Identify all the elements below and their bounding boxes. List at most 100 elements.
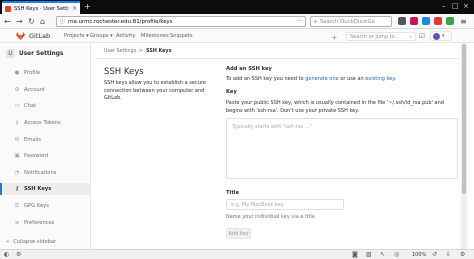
user-settings-icon: U xyxy=(6,49,15,58)
reload-icon[interactable]: ↻ xyxy=(28,17,35,26)
generate-key-link[interactable]: generate one xyxy=(305,76,339,82)
divider xyxy=(97,58,459,59)
image-icon[interactable]: ▧ xyxy=(366,251,372,258)
chevron-down-icon: ▾ xyxy=(442,33,445,39)
add-key-heading: Add an SSH key xyxy=(226,66,272,72)
search-icon: ⌕ xyxy=(409,33,412,40)
tab-title: SSH Keys · User Settings xyxy=(14,5,69,12)
person-icon: ● xyxy=(14,70,20,76)
reset-icon[interactable]: ↺ xyxy=(432,251,437,258)
nav-projects[interactable]: Projects ▾ xyxy=(64,33,89,39)
collapse-sidebar-button[interactable]: « Collapse sidebar xyxy=(6,239,56,245)
info-icon[interactable]: ⓘ xyxy=(60,18,65,25)
home-icon[interactable]: ⌂ xyxy=(40,17,45,26)
nav-activity[interactable]: Activity xyxy=(116,33,135,39)
sidebar-item-label: Preferences xyxy=(24,220,55,226)
sidebar-item-label: Emails xyxy=(24,137,42,143)
sidebar-item-emails[interactable]: ✉ Emails xyxy=(0,134,90,146)
existing-key-link[interactable]: existing key xyxy=(365,76,394,82)
page-actions-icon[interactable]: ··· xyxy=(296,18,302,25)
breadcrumb-current: SSH Keys xyxy=(146,49,172,54)
todo-icon[interactable]: ☑ xyxy=(419,32,425,40)
sidebar-item-label: SSH Keys xyxy=(24,186,52,192)
title-label: Title xyxy=(226,190,240,196)
sidebar-item-label: Password xyxy=(24,153,49,159)
browser-tab-bar: SSH Keys · User Settings × + – □ × xyxy=(0,0,474,14)
sidebar-item-preferences[interactable]: ≡ Preferences xyxy=(0,217,90,229)
key-textarea[interactable]: Typically starts with "ssh-rsa ..." xyxy=(226,118,458,179)
sliders-icon: ≡ xyxy=(14,220,20,226)
sidebar-header[interactable]: U User Settings xyxy=(6,49,63,58)
breadcrumb-parent[interactable]: User Settings xyxy=(104,49,136,54)
gitlab-search-input[interactable]: Search or jump to... ⌕ xyxy=(346,32,416,41)
sidebar-item-notifications[interactable]: ◔ Notifications xyxy=(0,167,90,179)
key-icon: ⚷ xyxy=(14,120,20,126)
extension-icon[interactable] xyxy=(434,17,442,25)
title-input[interactable]: e.g. My MacBook key xyxy=(226,199,344,210)
url-bar[interactable]: ⓘ rna.urmc.rochester.edu:81/profile/keys… xyxy=(56,16,306,27)
back-icon[interactable]: ← xyxy=(4,17,11,26)
avatar xyxy=(433,32,440,40)
sidebar-item-gpg-keys[interactable]: ⚿ GPG Keys xyxy=(0,200,90,212)
add-text-mid: or use an xyxy=(338,76,366,82)
cursor-icon[interactable]: ↖ xyxy=(380,251,385,258)
scrollbar-thumb[interactable] xyxy=(462,44,466,194)
sidebar-item-password[interactable]: ▣ Password xyxy=(0,150,90,162)
double-chevron-left-icon: « xyxy=(6,239,10,245)
gitlab-brand[interactable]: GitLab xyxy=(29,32,50,40)
nav-milestones[interactable]: Milestones xyxy=(141,33,169,39)
sidebar-item-ssh-keys[interactable]: ⚷ SSH Keys xyxy=(0,183,90,195)
forward-icon[interactable]: → xyxy=(16,17,23,26)
add-key-button[interactable]: Add key xyxy=(226,228,251,239)
gitlab-favicon-icon xyxy=(5,5,11,12)
collapse-sidebar-label: Collapse sidebar xyxy=(13,239,57,245)
extension-icon[interactable] xyxy=(410,17,418,25)
settings-icon[interactable]: ⚙ xyxy=(460,251,465,258)
url-text: rna.urmc.rochester.edu:81/profile/keys xyxy=(68,18,173,25)
lock-icon: ▣ xyxy=(14,153,20,159)
camera-icon[interactable]: ◙ xyxy=(352,251,358,258)
maximize-icon[interactable]: □ xyxy=(452,2,459,10)
breadcrumb-separator: > xyxy=(139,49,144,54)
settings-sidebar: U User Settings ● Profile ⚙ Account ▭ Ch… xyxy=(0,43,91,249)
close-window-icon[interactable]: × xyxy=(463,2,469,10)
add-text-before: To add an SSH key you need to xyxy=(226,76,306,82)
sidebar-item-chat[interactable]: ▭ Chat xyxy=(0,100,90,112)
add-text-after: . xyxy=(394,76,397,82)
tor-icon[interactable]: ◐ xyxy=(4,251,9,258)
tab-close-icon[interactable]: × xyxy=(72,5,77,12)
download-icon[interactable]: ⇩ xyxy=(446,251,451,258)
gitlab-header: GitLab Projects ▾ Groups ▾ Activity Mile… xyxy=(0,29,474,43)
sidebar-item-access-tokens[interactable]: ⚷ Access Tokens xyxy=(0,117,90,129)
gitlab-logo-icon[interactable] xyxy=(16,32,25,40)
title-help-text: Name your individual key via a title xyxy=(226,214,315,220)
menu-icon[interactable]: ≡ xyxy=(460,17,467,26)
sidebar-item-label: Profile xyxy=(24,70,41,76)
page-title: SSH Keys xyxy=(104,67,144,77)
nav-snippets[interactable]: Snippets xyxy=(170,33,193,39)
extension-icon[interactable] xyxy=(422,17,430,25)
nav-groups[interactable]: Groups ▾ xyxy=(90,33,113,39)
sidebar-item-label: GPG Keys xyxy=(24,203,49,209)
ssh-key-icon: ⚷ xyxy=(14,186,20,192)
library-icon[interactable] xyxy=(398,17,406,25)
browser-tab[interactable]: SSH Keys · User Settings × xyxy=(2,1,80,14)
zoom-level[interactable]: 100% xyxy=(412,252,426,258)
globe-icon[interactable]: ◎ xyxy=(394,251,399,258)
search-placeholder: Search DuckDuckGo xyxy=(319,18,375,25)
gear-icon[interactable]: ⚙ xyxy=(16,251,21,258)
envelope-icon: ✉ xyxy=(14,137,20,143)
sidebar-item-label: Chat xyxy=(24,103,37,109)
sidebar-item-account[interactable]: ⚙ Account xyxy=(0,84,90,96)
sidebar-item-profile[interactable]: ● Profile xyxy=(0,67,90,79)
extension-icon[interactable] xyxy=(446,17,454,25)
gitlab-search-placeholder: Search or jump to... xyxy=(350,33,400,40)
browser-search-input[interactable]: ⌕ Search DuckDuckGo xyxy=(310,16,392,27)
new-tab-button[interactable]: + xyxy=(84,2,91,11)
sidebar-title: User Settings xyxy=(19,50,64,57)
browser-nav-bar: ← → ↻ ⌂ ⓘ rna.urmc.rochester.edu:81/prof… xyxy=(0,14,474,29)
plus-icon[interactable]: ＋ xyxy=(331,32,338,42)
minimize-icon[interactable]: – xyxy=(442,2,446,10)
sidebar-item-label: Account xyxy=(24,87,45,93)
user-menu[interactable]: ▾ xyxy=(430,31,452,41)
